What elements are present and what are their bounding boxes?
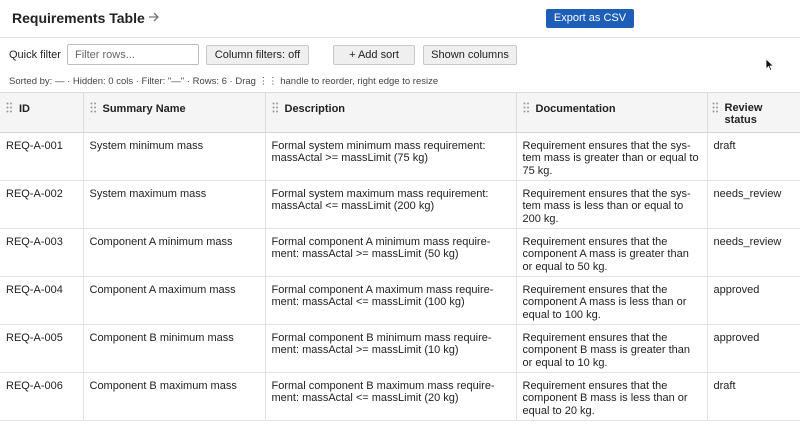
arrow-right-icon[interactable] (147, 9, 161, 25)
cell-description[interactable]: Formal component B minimum mass require­… (265, 324, 517, 373)
cell-summary[interactable]: Component B maximum mass (83, 372, 266, 421)
column-label: Documentation (535, 103, 616, 115)
column-header-documentation[interactable]: Documentation (516, 93, 708, 133)
page-title: Requirements Table (12, 10, 145, 26)
cell-review-status[interactable]: approved (707, 324, 800, 373)
cell-summary[interactable]: Component A minimum mass (83, 228, 266, 277)
column-label: Description (284, 103, 346, 115)
cell-id[interactable]: REQ-A-002 (0, 180, 84, 229)
drag-handle-icon[interactable] (6, 102, 13, 113)
cell-documentation[interactable]: Requirement ensures that the component B… (516, 324, 708, 373)
mouse-pointer-icon (765, 58, 775, 72)
cell-summary[interactable]: System maximum mass (83, 180, 266, 229)
cell-review-status[interactable]: needs_review (707, 180, 800, 229)
cell-description[interactable]: Formal component A minimum mass require­… (265, 228, 517, 277)
cell-description[interactable]: Formal component B maximum mass require­… (265, 372, 517, 421)
table-row[interactable]: REQ-A-004 Component A maximum mass Forma… (0, 276, 800, 325)
cell-documentation[interactable]: Requirement ensures that the sys­tem mas… (516, 180, 708, 229)
cell-summary[interactable]: Component A maximum mass (83, 276, 266, 325)
toolbar: Quick filter Column filters: off + Add s… (0, 38, 800, 72)
cell-documentation[interactable]: Requirement ensures that the component A… (516, 228, 708, 277)
quick-filter-input[interactable] (67, 44, 199, 65)
table-row[interactable]: REQ-A-006 Component B maximum mass Forma… (0, 372, 800, 421)
column-header-id[interactable]: ID (0, 93, 84, 133)
cell-id[interactable]: REQ-A-006 (0, 372, 84, 421)
cell-documentation[interactable]: Requirement ensures that the component A… (516, 276, 708, 325)
column-label: ID (19, 103, 30, 115)
quick-filter-label: Quick filter (9, 49, 61, 61)
column-header-description[interactable]: Description (265, 93, 517, 133)
column-header-summary[interactable]: Summary Name (83, 93, 266, 133)
column-filters-button[interactable]: Column filters: off (206, 45, 309, 65)
cell-documentation[interactable]: Requirement ensures that the component B… (516, 372, 708, 421)
table-row[interactable]: REQ-A-002 System maximum mass Formal sys… (0, 180, 800, 229)
requirements-table: ID Summary Name Description Documentatio… (0, 92, 800, 421)
cell-documentation[interactable]: Requirement ensures that the sys­tem mas… (516, 132, 708, 181)
export-csv-button[interactable]: Export as CSV (546, 9, 634, 28)
shown-columns-button[interactable]: Shown columns (423, 45, 517, 65)
cell-description[interactable]: Formal system maximum mass requirement: … (265, 180, 517, 229)
status-line: Sorted by: — · Hidden: 0 cols · Filter: … (9, 76, 439, 87)
cell-description[interactable]: Formal component A maximum mass require­… (265, 276, 517, 325)
drag-handle-icon[interactable] (523, 102, 530, 113)
cell-id[interactable]: REQ-A-001 (0, 132, 84, 181)
cell-summary[interactable]: Component B minimum mass (83, 324, 266, 373)
cell-description[interactable]: Formal system minimum mass requirement: … (265, 132, 517, 181)
cell-review-status[interactable]: draft (707, 132, 800, 181)
title-bar: Requirements Table Export as CSV (0, 0, 800, 38)
cell-review-status[interactable]: needs_review (707, 228, 800, 277)
cell-review-status[interactable]: approved (707, 276, 800, 325)
column-header-review-status[interactable]: Review status (707, 93, 800, 133)
table-row[interactable]: REQ-A-005 Component B minimum mass Forma… (0, 324, 800, 373)
cell-id[interactable]: REQ-A-005 (0, 324, 84, 373)
column-label: Review status (724, 102, 763, 126)
drag-handle-icon[interactable] (90, 102, 97, 113)
cell-id[interactable]: REQ-A-004 (0, 276, 84, 325)
column-label: Summary Name (102, 103, 186, 115)
table-row[interactable]: REQ-A-003 Component A minimum mass Forma… (0, 228, 800, 277)
cell-review-status[interactable]: draft (707, 372, 800, 421)
table-row[interactable]: REQ-A-001 System minimum mass Formal sys… (0, 132, 800, 181)
add-sort-button[interactable]: + Add sort (333, 45, 415, 65)
cell-id[interactable]: REQ-A-003 (0, 228, 84, 277)
drag-handle-icon[interactable] (272, 102, 279, 113)
drag-handle-icon[interactable] (712, 102, 719, 113)
header-row: ID Summary Name Description Documentatio… (0, 93, 800, 133)
cell-summary[interactable]: System minimum mass (83, 132, 266, 181)
